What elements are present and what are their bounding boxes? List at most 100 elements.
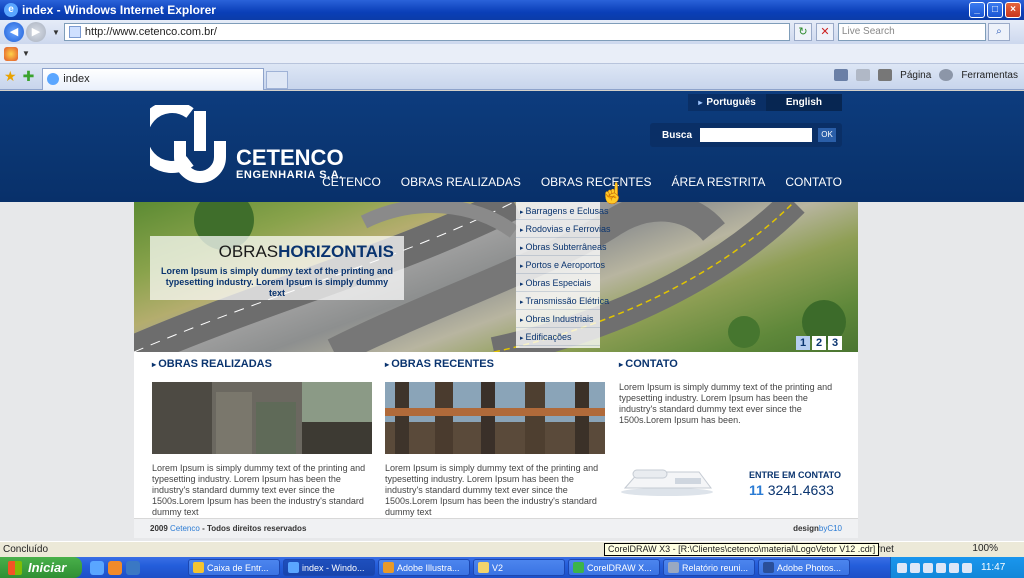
main-nav: CETENCO OBRAS REALIZADAS OBRAS RECENTES … (322, 175, 842, 189)
site-search-input[interactable] (700, 128, 813, 142)
maximize-button[interactable]: □ (987, 2, 1003, 18)
nav-obras-realizadas[interactable]: OBRAS REALIZADAS (401, 175, 521, 189)
nav-area-restrita[interactable]: ÁREA RESTRITA (672, 175, 766, 189)
document-icon (668, 562, 679, 573)
search-go-button[interactable]: ⌕ (987, 23, 1010, 41)
links-bar: ▼ (0, 44, 1024, 64)
lang-portuguese[interactable]: Português (688, 94, 766, 111)
task-folder[interactable]: V2 (473, 559, 565, 576)
section-obras-recentes: OBRAS RECENTES Lorem Ipsum is simply dum… (385, 352, 605, 518)
home-icon[interactable] (834, 69, 849, 81)
back-button[interactable]: ◀ (4, 22, 24, 42)
footer-rights: - Todos direitos reservados (202, 524, 307, 533)
slide-3[interactable]: 3 (828, 336, 842, 350)
mail-icon (193, 562, 204, 573)
section-contato: CONTATO Lorem Ipsum is simply dummy text… (619, 352, 841, 498)
start-button[interactable]: Iniciar (0, 557, 82, 578)
recentes-photo[interactable] (385, 382, 605, 454)
nav-contato[interactable]: CONTATO (785, 175, 842, 189)
ie-quicklaunch-icon[interactable] (90, 560, 104, 575)
history-dropdown-icon[interactable]: ▼ (52, 28, 60, 37)
task-ie[interactable]: index - Windo... (283, 559, 375, 576)
hero-title: OBRASHORIZONTAIS (160, 242, 394, 262)
photoshop-icon (763, 562, 774, 573)
live-search-input[interactable]: Live Search (837, 23, 986, 41)
footer-year: 2009 (150, 524, 168, 533)
system-tray: 11:47 (890, 557, 1024, 578)
section-title-realizadas[interactable]: OBRAS REALIZADAS (152, 358, 372, 370)
stop-button[interactable]: ✕ (815, 23, 834, 41)
add-favorites-icon[interactable]: ✚ (23, 68, 35, 85)
folder-icon (478, 562, 489, 573)
minimize-button[interactable]: _ (969, 2, 985, 18)
address-field[interactable]: http://www.cetenco.com.br/ (63, 23, 790, 41)
nav-cetenco[interactable]: CETENCO (322, 175, 381, 189)
dropdown-item-subterraneas[interactable]: Obras Subterrâneas (516, 238, 607, 256)
realizadas-photo[interactable] (152, 382, 372, 454)
dropdown-item-especiais[interactable]: Obras Especiais (516, 274, 600, 292)
task-photoshop[interactable]: Adobe Photos... (758, 559, 850, 576)
toolbar-icon[interactable] (4, 46, 18, 61)
dropdown-item-portos[interactable]: Portos e Aeroportos (516, 256, 605, 274)
obras-realizadas-dropdown: Barragens e Eclusas Rodovias e Ferrovias… (516, 202, 611, 348)
hero-title-b: HORIZONTAIS (278, 242, 394, 261)
close-button[interactable]: × (1005, 2, 1021, 18)
entre-em-contato: ENTRE EM CONTATO (749, 470, 841, 480)
dropdown-item-edificacoes[interactable]: Edificações (516, 328, 600, 346)
tray-icon[interactable] (962, 562, 972, 573)
page-menu[interactable]: Página (900, 70, 931, 81)
refresh-button[interactable]: ↻ (793, 23, 812, 41)
feeds-icon[interactable] (856, 69, 871, 81)
realizadas-text: Lorem Ipsum is simply dummy text of the … (152, 463, 366, 517)
slide-pager: 1 2 3 (796, 336, 842, 350)
tray-icon[interactable] (949, 562, 959, 573)
dropdown-item-industriais[interactable]: Obras Industriais (516, 310, 600, 328)
status-text: Concluído (3, 544, 49, 555)
forward-button[interactable]: ▶ (26, 22, 46, 42)
tray-clock[interactable]: 11:47 (981, 562, 1005, 573)
illustrator-icon (383, 562, 394, 573)
task-label: V2 (492, 562, 504, 573)
tools-icon (939, 69, 954, 81)
tray-icon[interactable] (897, 562, 907, 573)
tab-index[interactable]: index (42, 67, 265, 90)
dropdown-item-transmissao[interactable]: Transmissão Elétrica (516, 292, 609, 310)
slide-2[interactable]: 2 (812, 336, 826, 350)
hero-banner: OBRASHORIZONTAIS Lorem Ipsum is simply d… (134, 202, 858, 352)
new-tab-button[interactable] (266, 70, 289, 89)
task-label: Adobe Photos... (777, 562, 842, 573)
section-title-contato[interactable]: CONTATO (619, 358, 839, 370)
task-illustrator[interactable]: Adobe Illustra... (378, 559, 470, 576)
dropdown-item-rodovias[interactable]: Rodovias e Ferrovias (516, 220, 611, 238)
tools-menu[interactable]: Ferramentas (961, 70, 1018, 81)
slide-1[interactable]: 1 (796, 336, 810, 350)
area-code: 11 (749, 482, 764, 498)
site-container: Português English Busca OK CETENCO ENGEN… (134, 91, 858, 541)
hero-caption: OBRASHORIZONTAIS Lorem Ipsum is simply d… (150, 236, 404, 300)
site-search-button[interactable]: OK (818, 128, 837, 142)
dropdown-item-barragens[interactable]: Barragens e Eclusas (516, 202, 609, 220)
print-icon[interactable] (878, 69, 893, 81)
taskbar-tooltip: CorelDRAW X3 - [R:\Clientes\cetenco\mate… (604, 543, 880, 556)
firefox-quicklaunch-icon[interactable] (108, 560, 122, 575)
taskbar: Iniciar Caixa de Entr... index - Windo..… (0, 557, 1024, 578)
task-mail[interactable]: Caixa de Entr... (188, 559, 280, 576)
section-obras-realizadas: OBRAS REALIZADAS Lorem Ipsum is simply d… (152, 352, 372, 518)
toolbar-dropdown-icon[interactable]: ▼ (22, 49, 30, 58)
tray-icon[interactable] (923, 562, 933, 573)
browser-quicklaunch-icon[interactable] (126, 560, 140, 575)
footer-credit[interactable]: designbyC10 (793, 524, 842, 533)
tray-icon[interactable] (936, 562, 946, 573)
footer-brand[interactable]: Cetenco (170, 524, 200, 533)
lang-english[interactable]: English (765, 94, 842, 111)
task-relatorio[interactable]: Relatório reuni... (663, 559, 755, 576)
favorites-star-icon[interactable]: ★ (4, 68, 17, 85)
phone-digits: 3241.4633 (767, 482, 834, 498)
zoom-level[interactable]: 100% (972, 543, 998, 554)
logo-name: CETENCO (236, 145, 344, 170)
task-coreldraw[interactable]: CorelDRAW X... (568, 559, 660, 576)
tray-icon[interactable] (910, 562, 920, 573)
language-switch: Português English (688, 94, 842, 111)
nav-obras-recentes[interactable]: OBRAS RECENTES (541, 175, 652, 189)
section-title-recentes[interactable]: OBRAS RECENTES (385, 358, 605, 370)
